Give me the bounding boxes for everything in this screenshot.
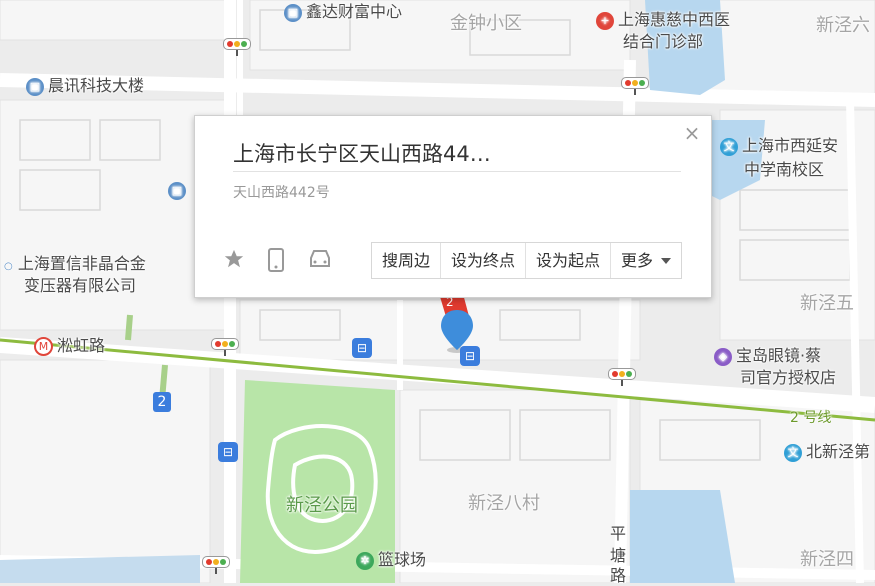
area-xinjing5: 新泾五 [800, 293, 854, 314]
poi-xiyanan-line2: 中学南校区 [744, 160, 825, 179]
metro-line-badge: 2 [153, 392, 171, 412]
metro-station-songhong[interactable]: M 淞虹路 [34, 336, 105, 356]
poi-building[interactable]: ▣ [168, 180, 190, 200]
chevron-down-icon [661, 258, 672, 264]
poi-zhixin[interactable]: ○ 上海置信非晶合金 [4, 254, 146, 277]
bus-stop-icon[interactable]: ⊟ [460, 346, 480, 366]
traffic-light-icon [211, 338, 239, 356]
poi-beixinjing[interactable]: 文北新泾第 [784, 442, 870, 462]
dot-icon: ○ [4, 261, 13, 272]
poi-label: 上海惠慈中西医 [618, 10, 731, 29]
sports-icon: ✲ [356, 551, 374, 570]
poi-label: 篮球场 [378, 550, 427, 569]
close-icon[interactable]: × [683, 123, 701, 143]
poi-baodao[interactable]: ◈ 宝岛眼镜·蔡 [714, 346, 821, 366]
metro-icon: M [34, 337, 53, 356]
building-icon: ▣ [26, 77, 44, 96]
poi-huici[interactable]: + 上海惠慈中西医 [596, 10, 730, 30]
poi-xinda[interactable]: ▣ 鑫达财富中心 [284, 2, 402, 22]
traffic-light-icon [202, 556, 230, 574]
phone-icon[interactable] [267, 248, 285, 276]
set-origin-button[interactable]: 设为起点 [526, 243, 612, 278]
location-info-popup: 上海市长宁区天山西路44… × 天山西路442号 搜周边 设为终点 设为起点 更… [194, 115, 712, 298]
station-label: 淞虹路 [57, 336, 106, 355]
star-icon[interactable] [223, 248, 245, 274]
bus-stop-icon[interactable]: ⊟ [218, 442, 238, 462]
traffic-light-icon [621, 77, 649, 95]
more-button[interactable]: 更多 [611, 243, 681, 278]
poi-label: 上海市西延安 [742, 136, 839, 155]
poi-chenxun[interactable]: ▣ 晨讯科技大楼 [26, 76, 144, 96]
poi-zhixin-line2: 变压器有限公司 [24, 276, 137, 295]
building-icon: ▣ [284, 3, 302, 22]
road-pingtang-3: 路 [610, 566, 627, 585]
bus-stop-icon[interactable]: ⊟ [352, 338, 372, 358]
area-jinzhong: 金钟小区 [450, 13, 522, 34]
poi-court[interactable]: ✲ 篮球场 [356, 550, 426, 570]
popup-address: 天山西路442号 [233, 185, 330, 201]
car-icon[interactable] [307, 248, 333, 274]
poi-label: 宝岛眼镜·蔡 [736, 346, 822, 365]
poi-xiyanan[interactable]: 文上海市西延安 [720, 136, 838, 156]
school-icon: 文 [784, 443, 802, 462]
area-xinjing4: 新泾四 [800, 549, 854, 570]
set-destination-button[interactable]: 设为终点 [441, 243, 527, 278]
poi-baodao-line2: 司官方授权店 [740, 368, 837, 387]
road-pingtang-2: 塘 [610, 546, 627, 565]
poi-huici-line2: 结合门诊部 [623, 32, 704, 51]
park-label: 新泾公园 [286, 495, 358, 516]
popup-title: 上海市长宁区天山西路44… [233, 142, 491, 166]
popup-action-buttons: 搜周边 设为终点 设为起点 更多 [371, 242, 683, 279]
traffic-light-icon [223, 38, 251, 56]
area-xinjing-top: 新泾六 [816, 15, 870, 36]
search-nearby-button[interactable]: 搜周边 [372, 243, 442, 278]
poi-label: 晨讯科技大楼 [48, 76, 145, 95]
school-icon: 文 [720, 137, 738, 156]
divider [233, 171, 681, 172]
poi-label: 上海置信非晶合金 [17, 254, 146, 273]
area-xinjing8: 新泾八村 [468, 493, 540, 514]
traffic-light-icon [608, 368, 636, 386]
shopping-icon: ◈ [714, 347, 732, 366]
more-label: 更多 [621, 251, 654, 270]
hospital-icon: + [596, 11, 614, 30]
road-pingtang-1: 平 [610, 524, 627, 543]
building-icon: ▣ [168, 181, 186, 200]
poi-label: 北新泾第 [806, 442, 871, 461]
metro-line-label: 2 号线 [790, 410, 832, 426]
poi-label: 鑫达财富中心 [306, 2, 403, 21]
